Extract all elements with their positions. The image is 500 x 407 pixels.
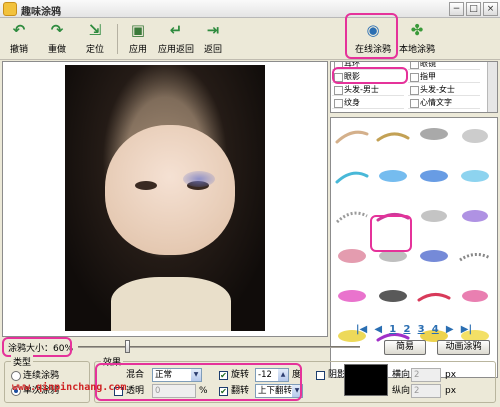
animated-doodle-button[interactable]: 动画涂鸦: [437, 340, 490, 355]
apply-back-label: 应用返回: [157, 45, 194, 55]
horizontal-stepper: 2: [411, 368, 441, 382]
brush-item[interactable]: [415, 240, 453, 272]
brush-size-slider-thumb[interactable]: [125, 340, 130, 353]
first-page-button[interactable]: |◀: [356, 324, 367, 335]
category-scrollbar[interactable]: [487, 62, 497, 112]
clover-icon: ✤: [410, 21, 424, 39]
photo-eye-left: [135, 181, 157, 190]
brush-item[interactable]: [333, 200, 371, 232]
vertical-stepper: 2: [411, 384, 441, 398]
simple-button[interactable]: 简易: [384, 340, 426, 355]
toolbar: ↶ 撤销 ↷ 重做 ⇲ 定位 ▣ 应用 ↵ 应用返回 ⇥ 返回 ◉ 在线涂鸦 ✤…: [0, 18, 500, 60]
vertical-value: 2: [414, 386, 420, 396]
brush-panel: 耳环 眼镜 眼影 指甲 头发-男士 头发-女士 纹身 心情文字 |◀ ◀ 1 2…: [330, 61, 498, 378]
apply-label: 应用: [128, 45, 147, 55]
photo[interactable]: [65, 65, 265, 331]
photo-face: [105, 125, 235, 255]
page-3-link[interactable]: 3: [418, 324, 425, 335]
watermark: www.qinpinchang.com: [12, 382, 127, 393]
shadow-checkbox[interactable]: [316, 371, 325, 380]
photo-shirt: [111, 277, 231, 331]
brush-size-row: 涂鸦大小：60% 简易 动画涂鸦: [0, 339, 500, 355]
app-icon: [3, 2, 17, 16]
category-item[interactable]: 眼镜: [408, 62, 480, 70]
px-unit: px: [445, 386, 457, 396]
type-group-title: 类型: [11, 355, 34, 368]
px-unit: px: [445, 370, 457, 380]
brush-item[interactable]: [374, 160, 412, 192]
category-item[interactable]: 纹身: [332, 97, 404, 109]
brush-size-highlight: [2, 337, 72, 357]
page-1-link[interactable]: 1: [389, 324, 396, 335]
brush-item[interactable]: [333, 120, 371, 152]
brush-item[interactable]: [415, 200, 453, 232]
pager: |◀ ◀ 1 2 3 4 ▶ ▶|: [330, 324, 498, 336]
apply-button[interactable]: ▣ 应用: [124, 21, 152, 57]
brush-item[interactable]: [415, 120, 453, 152]
minimize-button[interactable]: −: [449, 2, 464, 16]
continuous-radio[interactable]: 连续涂鸦: [11, 371, 59, 381]
category-highlight: [332, 67, 408, 84]
maximize-button[interactable]: □: [466, 2, 481, 16]
apply-back-icon: ↵: [169, 21, 183, 39]
brush-item[interactable]: [456, 160, 494, 192]
undo-button[interactable]: ↶ 撤销: [6, 21, 32, 57]
canvas-area[interactable]: [2, 61, 328, 337]
brush-item[interactable]: [333, 240, 371, 272]
brush-item[interactable]: [333, 280, 371, 312]
brush-item[interactable]: [456, 240, 494, 272]
window-title: 趣味涂鸦: [21, 7, 61, 18]
page-2-link[interactable]: 2: [403, 324, 410, 335]
next-page-button[interactable]: ▶: [446, 324, 454, 335]
brush-item[interactable]: [415, 280, 453, 312]
category-item[interactable]: 头发-男士: [332, 84, 404, 96]
brush-item[interactable]: [456, 200, 494, 232]
title-bar: 趣味涂鸦 − □ ×: [0, 0, 500, 18]
brush-item[interactable]: [374, 120, 412, 152]
brush-item[interactable]: [456, 280, 494, 312]
horizontal-value: 2: [414, 370, 420, 380]
brush-item[interactable]: [374, 280, 412, 312]
category-item[interactable]: 头发-女士: [408, 84, 480, 96]
eyeshadow-stroke: [183, 171, 215, 187]
close-button[interactable]: ×: [483, 2, 498, 16]
brush-size-slider[interactable]: [78, 346, 360, 348]
locate-label: 定位: [85, 45, 104, 55]
toolbar-separator: [117, 24, 118, 54]
apply-icon: ▣: [130, 21, 146, 39]
local-doodle-button[interactable]: ✤ 本地涂鸦: [397, 21, 437, 57]
brush-item[interactable]: [456, 120, 494, 152]
redo-button[interactable]: ↷ 重做: [44, 21, 70, 57]
redo-icon: ↷: [50, 21, 64, 39]
brush-item[interactable]: [333, 160, 371, 192]
apply-back-button[interactable]: ↵ 应用返回: [156, 21, 196, 57]
locate-icon: ⇲: [88, 21, 102, 39]
prev-page-button[interactable]: ◀: [374, 324, 382, 335]
redo-label: 重做: [47, 45, 66, 55]
shadow-color-swatch[interactable]: [344, 364, 388, 396]
category-item[interactable]: 心情文字: [408, 97, 480, 109]
last-page-button[interactable]: ▶|: [461, 324, 472, 335]
locate-button[interactable]: ⇲ 定位: [82, 21, 108, 57]
vertical-label: 纵向: [392, 386, 411, 396]
brush-highlight: [370, 215, 412, 252]
exit-icon: ⇥: [206, 21, 220, 39]
back-label: 返回: [203, 45, 222, 55]
local-doodle-label: 本地涂鸦: [398, 45, 435, 55]
online-doodle-highlight: [345, 13, 398, 59]
category-item[interactable]: 指甲: [408, 71, 480, 83]
undo-label: 撤销: [9, 45, 28, 55]
brush-item[interactable]: [415, 160, 453, 192]
page-4-link[interactable]: 4: [432, 324, 439, 335]
undo-icon: ↶: [12, 21, 26, 39]
horizontal-label: 横向: [392, 370, 411, 380]
back-button[interactable]: ⇥ 返回: [200, 21, 226, 57]
